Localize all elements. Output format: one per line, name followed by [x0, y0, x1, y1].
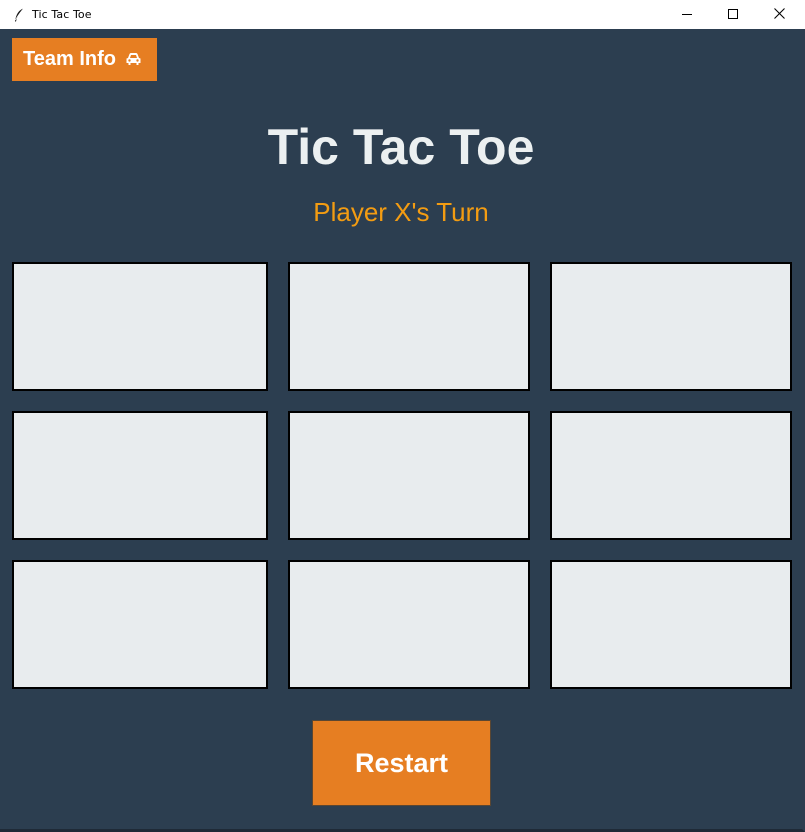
app-window: Tic Tac Toe Team Info Tic Tac Toe Player…: [0, 0, 805, 832]
feather-icon: [11, 7, 27, 23]
minimize-button[interactable]: [664, 0, 710, 29]
board-cell-6[interactable]: [550, 411, 792, 540]
turn-status: Player X's Turn: [313, 197, 489, 227]
board-cell-1[interactable]: [12, 262, 268, 391]
title-bar[interactable]: Tic Tac Toe: [0, 0, 805, 29]
board-cell-4[interactable]: [12, 411, 268, 540]
board-cell-3[interactable]: [550, 262, 792, 391]
team-info-label: Team Info: [23, 48, 116, 70]
board-cell-5[interactable]: [288, 411, 530, 540]
board-cell-8[interactable]: [288, 560, 530, 689]
game-title: Tic Tac Toe: [267, 119, 535, 175]
window-controls: [664, 0, 802, 29]
car-icon: [125, 52, 142, 67]
maximize-button[interactable]: [710, 0, 756, 29]
close-icon: [773, 6, 785, 24]
restart-button[interactable]: Restart: [312, 720, 491, 806]
maximize-icon: [728, 6, 738, 24]
team-info-button[interactable]: Team Info: [12, 38, 157, 81]
board-cell-2[interactable]: [288, 262, 530, 391]
minimize-icon: [682, 6, 692, 24]
board-cell-7[interactable]: [12, 560, 268, 689]
close-button[interactable]: [756, 0, 802, 29]
restart-label: Restart: [354, 747, 449, 778]
window-title: Tic Tac Toe: [32, 8, 92, 21]
game-area: Team Info Tic Tac Toe Player X's Turn Re…: [0, 29, 802, 829]
board-cell-9[interactable]: [550, 560, 792, 689]
